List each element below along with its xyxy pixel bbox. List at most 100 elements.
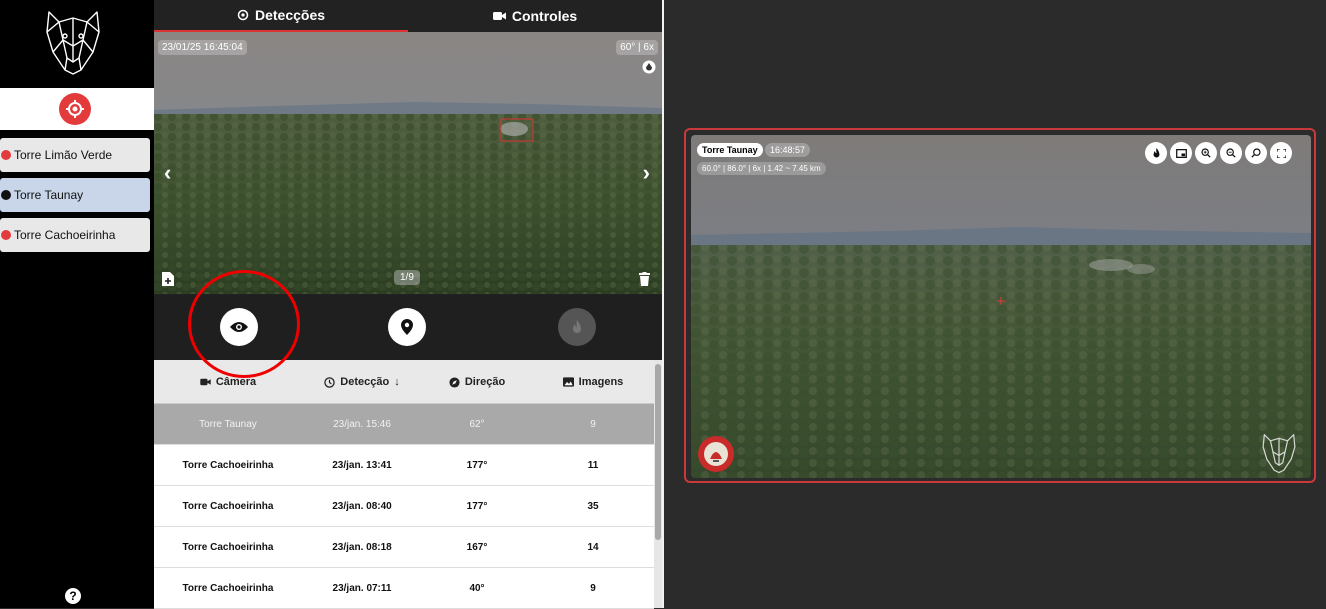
cell-direction: 40° xyxy=(469,582,485,594)
detections-panel: Detecções Controles 23/01/25 16:45:04 60… xyxy=(154,0,662,609)
camera-frame: Torre Taunay 16:48:57 60.0° | 86.0° | 6x… xyxy=(684,128,1316,483)
cell-direction: 177° xyxy=(466,500,488,512)
action-row xyxy=(154,294,662,360)
clock-icon xyxy=(324,376,336,388)
table-row[interactable]: Torre Cachoeirinha 23/jan. 08:18 167° 14 xyxy=(154,527,654,568)
panel-divider xyxy=(662,0,664,608)
add-file-icon[interactable] xyxy=(162,272,174,286)
camera-landscape-image xyxy=(691,135,1311,478)
location-button[interactable] xyxy=(388,308,426,346)
zoom-out-button[interactable] xyxy=(1220,142,1242,164)
camera-info-badge: 60.0° | 86.0° | 6x | 1.42 ~ 7.45 km xyxy=(697,162,826,175)
sidebar: Torre Limão Verde Torre Taunay Torre Cac… xyxy=(0,0,154,608)
cell-images: 35 xyxy=(587,500,599,512)
drop-icon[interactable] xyxy=(642,60,656,74)
detection-image[interactable]: 23/01/25 16:45:04 60° | 6x ‹ › 1/9 xyxy=(154,32,662,294)
column-header-camera[interactable]: Câmera xyxy=(154,360,302,404)
table-header: Câmera Detecção ↓ Direção Imagens xyxy=(154,360,654,404)
fullscreen-icon xyxy=(1276,148,1286,158)
cell-detection: 23/jan. 07:11 xyxy=(332,582,392,594)
tab-bar: Detecções Controles xyxy=(154,0,662,32)
map-pin-icon xyxy=(401,319,413,335)
video-camera-icon xyxy=(200,378,211,386)
camera-time-badge: 16:48:57 xyxy=(765,143,811,157)
prev-image-icon[interactable]: ‹ xyxy=(164,160,171,186)
image-fov-zoom: 60° | 6x xyxy=(616,40,658,55)
cell-direction: 177° xyxy=(466,459,488,471)
tower-item-cachoeirinha[interactable]: Torre Cachoeirinha xyxy=(0,218,150,252)
jaguar-watermark-icon xyxy=(1262,434,1296,474)
tab-controls[interactable]: Controles xyxy=(408,0,662,32)
cell-direction: 62° xyxy=(469,418,485,430)
zoom-in-icon xyxy=(1201,148,1211,158)
column-label: Câmera xyxy=(215,376,257,388)
cell-camera: Torre Cachoeirinha xyxy=(182,541,274,553)
cell-camera: Torre Cachoeirinha xyxy=(182,500,274,512)
cell-detection: 23/jan. 08:40 xyxy=(332,500,392,512)
status-dot-icon xyxy=(1,190,11,200)
image-counter: 1/9 xyxy=(394,270,420,285)
cell-camera: Torre Taunay xyxy=(199,418,257,430)
landscape-image xyxy=(154,32,662,294)
table-row[interactable]: Torre Cachoeirinha 23/jan. 08:40 177° 35 xyxy=(154,486,654,527)
tower-label: Torre Cachoeirinha xyxy=(14,228,116,242)
cell-direction: 167° xyxy=(466,541,488,553)
fire-icon xyxy=(1153,147,1159,158)
fire-icon xyxy=(573,319,581,333)
trash-icon[interactable] xyxy=(639,272,650,286)
view-button[interactable] xyxy=(220,308,258,346)
camera-live-view[interactable]: Torre Taunay 16:48:57 60.0° | 86.0° | 6x… xyxy=(691,135,1311,478)
cell-images: 9 xyxy=(590,582,596,594)
tab-detections-label: Detecções xyxy=(254,7,326,23)
zoom-reset-button[interactable] xyxy=(1245,142,1267,164)
table-row[interactable]: Torre Cachoeirinha 23/jan. 07:11 40° 9 xyxy=(154,568,654,609)
target-button[interactable] xyxy=(59,93,91,125)
target-bar xyxy=(0,88,154,130)
column-label: Detecção xyxy=(340,376,390,388)
fire-button[interactable] xyxy=(558,308,596,346)
status-dot-icon xyxy=(1,230,11,240)
compass-icon xyxy=(449,376,460,388)
picture-in-picture-icon xyxy=(1175,148,1187,158)
sort-down-icon: ↓ xyxy=(394,376,400,388)
cell-images: 14 xyxy=(587,541,599,553)
cell-detection: 23/jan. 08:18 xyxy=(332,541,392,553)
tower-item-limao-verde[interactable]: Torre Limão Verde xyxy=(0,138,150,172)
cell-images: 9 xyxy=(590,418,596,430)
fire-detect-button[interactable] xyxy=(1145,142,1167,164)
column-header-images[interactable]: Imagens xyxy=(532,360,654,404)
tower-label: Torre Limão Verde xyxy=(14,148,113,162)
cell-detection: 23/jan. 15:46 xyxy=(333,418,391,430)
eye-icon xyxy=(230,322,248,332)
image-timestamp: 23/01/25 16:45:04 xyxy=(158,40,247,55)
cell-images: 11 xyxy=(587,459,599,471)
crosshair-icon xyxy=(66,100,84,118)
zoom-out-icon xyxy=(1226,148,1236,158)
column-header-direction[interactable]: Direção xyxy=(422,360,532,404)
zoom-reset-icon xyxy=(1251,148,1261,158)
fullscreen-button[interactable] xyxy=(1270,142,1292,164)
detections-table: Câmera Detecção ↓ Direção Imagens Torre … xyxy=(154,360,654,609)
tab-controls-label: Controles xyxy=(511,8,578,24)
cell-camera: Torre Cachoeirinha xyxy=(182,582,274,594)
fire-brigade-badge-icon xyxy=(698,436,734,472)
next-image-icon[interactable]: › xyxy=(643,160,650,186)
help-icon[interactable]: ? xyxy=(65,588,81,604)
table-scrollbar[interactable] xyxy=(654,360,662,608)
status-dot-icon xyxy=(1,150,11,160)
camera-name-badge: Torre Taunay xyxy=(697,143,763,157)
column-label: Direção xyxy=(464,376,506,388)
video-camera-icon xyxy=(492,12,506,20)
zoom-in-button[interactable] xyxy=(1195,142,1217,164)
picture-in-picture-button[interactable] xyxy=(1170,142,1192,164)
image-icon xyxy=(562,377,574,387)
scrollbar-thumb[interactable] xyxy=(655,364,661,540)
crosshair-icon xyxy=(237,9,249,21)
tower-item-taunay[interactable]: Torre Taunay xyxy=(0,178,150,212)
table-row[interactable]: Torre Taunay 23/jan. 15:46 62° 9 xyxy=(154,404,654,445)
column-label: Imagens xyxy=(578,376,624,388)
cell-detection: 23/jan. 13:41 xyxy=(332,459,392,471)
table-row[interactable]: Torre Cachoeirinha 23/jan. 13:41 177° 11 xyxy=(154,445,654,486)
tab-detections[interactable]: Detecções xyxy=(154,0,408,32)
column-header-detection[interactable]: Detecção ↓ xyxy=(302,360,422,404)
